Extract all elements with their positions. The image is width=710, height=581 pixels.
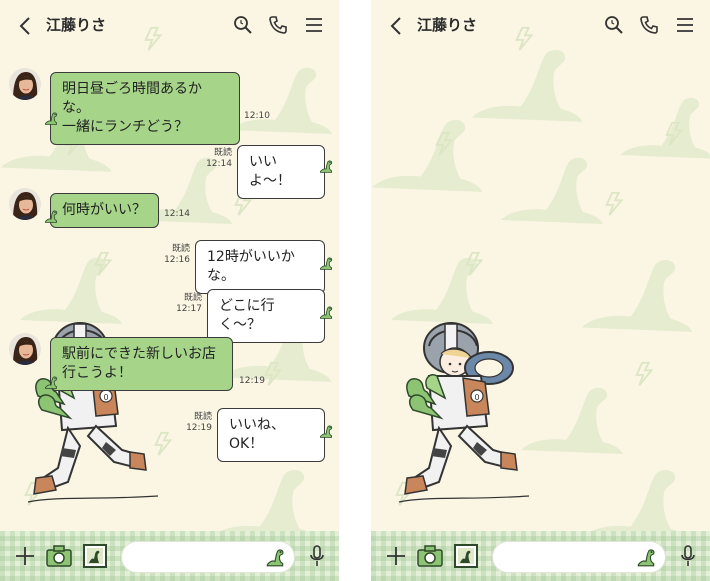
input-bar bbox=[371, 531, 710, 581]
mic-icon[interactable] bbox=[675, 543, 701, 569]
message-time: 12:14 bbox=[164, 209, 190, 219]
plus-icon[interactable] bbox=[12, 543, 38, 569]
message-text: いいね、OK！ bbox=[229, 417, 285, 452]
message-text: 12時がいいかな。 bbox=[207, 249, 295, 284]
avatar[interactable] bbox=[9, 188, 41, 220]
message-text: 駅前にできた新しいお店 行こうよ！ bbox=[62, 346, 216, 381]
camera-icon[interactable] bbox=[417, 543, 443, 569]
message-time: 12:19 bbox=[186, 423, 212, 433]
photo-icon[interactable] bbox=[453, 543, 479, 569]
camera-icon[interactable] bbox=[46, 543, 72, 569]
message-bubble-incoming[interactable]: 駅前にできた新しいお店 行こうよ！ bbox=[50, 337, 233, 391]
dino-tail-icon bbox=[319, 425, 333, 438]
avatar[interactable] bbox=[9, 68, 41, 100]
message-bubble-outgoing[interactable]: どこに行く〜？ bbox=[207, 289, 325, 343]
message-read-meta: 既読 12:16 bbox=[158, 244, 190, 266]
back-icon[interactable] bbox=[14, 14, 36, 38]
message-text: 明日昼ごろ時間あるかな。 一緒にランチどう？ bbox=[62, 81, 202, 135]
message-input[interactable] bbox=[121, 541, 295, 573]
mic-icon[interactable] bbox=[304, 543, 330, 569]
message-read-meta: 既読 12:17 bbox=[170, 293, 202, 315]
runner-illustration bbox=[398, 322, 530, 503]
message-bubble-outgoing[interactable]: いいね、OK！ bbox=[217, 408, 325, 462]
dino-tail-icon bbox=[45, 210, 58, 223]
search-icon[interactable] bbox=[232, 14, 254, 36]
read-receipt: 既読 bbox=[171, 244, 190, 254]
message-time: 12:16 bbox=[164, 255, 190, 265]
back-icon[interactable] bbox=[385, 14, 407, 38]
phone-icon[interactable] bbox=[267, 14, 289, 36]
dino-sticker-icon[interactable] bbox=[264, 546, 286, 568]
input-bar bbox=[0, 531, 339, 581]
message-time: 12:10 bbox=[244, 111, 270, 121]
menu-icon[interactable] bbox=[674, 14, 696, 36]
message-bubble-outgoing[interactable]: 12時がいいかな。 bbox=[195, 240, 325, 294]
dino-tail-icon bbox=[45, 376, 58, 389]
phone-icon[interactable] bbox=[638, 14, 660, 36]
chat-screen-right: 江藤りさ bbox=[371, 0, 710, 581]
message-time: 12:19 bbox=[239, 376, 265, 386]
message-bubble-incoming[interactable]: 何時がいい？ bbox=[50, 193, 159, 228]
read-receipt: 既読 bbox=[213, 148, 232, 158]
plus-icon[interactable] bbox=[383, 543, 409, 569]
chat-header: 江藤りさ bbox=[371, 0, 710, 52]
dino-tail-icon bbox=[319, 257, 333, 270]
dino-tail-icon bbox=[45, 112, 58, 125]
message-text: どこに行く〜？ bbox=[219, 298, 275, 333]
photo-icon[interactable] bbox=[82, 543, 108, 569]
dino-tail-icon bbox=[319, 160, 333, 173]
message-bubble-outgoing[interactable]: いいよ〜！ bbox=[237, 145, 325, 199]
menu-icon[interactable] bbox=[303, 14, 325, 36]
message-bubble-incoming[interactable]: 明日昼ごろ時間あるかな。 一緒にランチどう？ bbox=[50, 72, 240, 145]
message-text: いいよ〜！ bbox=[249, 154, 291, 189]
read-receipt: 既読 bbox=[193, 412, 212, 422]
search-icon[interactable] bbox=[603, 14, 625, 36]
message-read-meta: 既読 12:14 bbox=[200, 148, 232, 170]
message-text: 何時がいい？ bbox=[62, 202, 146, 218]
chat-title: 江藤りさ bbox=[417, 16, 478, 34]
read-receipt: 既読 bbox=[183, 293, 202, 303]
avatar[interactable] bbox=[9, 333, 41, 365]
message-time: 12:17 bbox=[176, 304, 202, 314]
chat-header: 江藤りさ bbox=[0, 0, 339, 52]
dino-sticker-icon[interactable] bbox=[635, 546, 657, 568]
dino-tail-icon bbox=[319, 306, 333, 319]
chat-title: 江藤りさ bbox=[46, 16, 107, 34]
message-input[interactable] bbox=[492, 541, 666, 573]
message-time: 12:14 bbox=[206, 159, 232, 169]
message-read-meta: 既読 12:19 bbox=[180, 412, 212, 434]
chat-screen-left: 江藤りさ 明日昼ごろ時間あるかな。 一緒にランチどう？ 12:10 既読 12:… bbox=[0, 0, 339, 581]
